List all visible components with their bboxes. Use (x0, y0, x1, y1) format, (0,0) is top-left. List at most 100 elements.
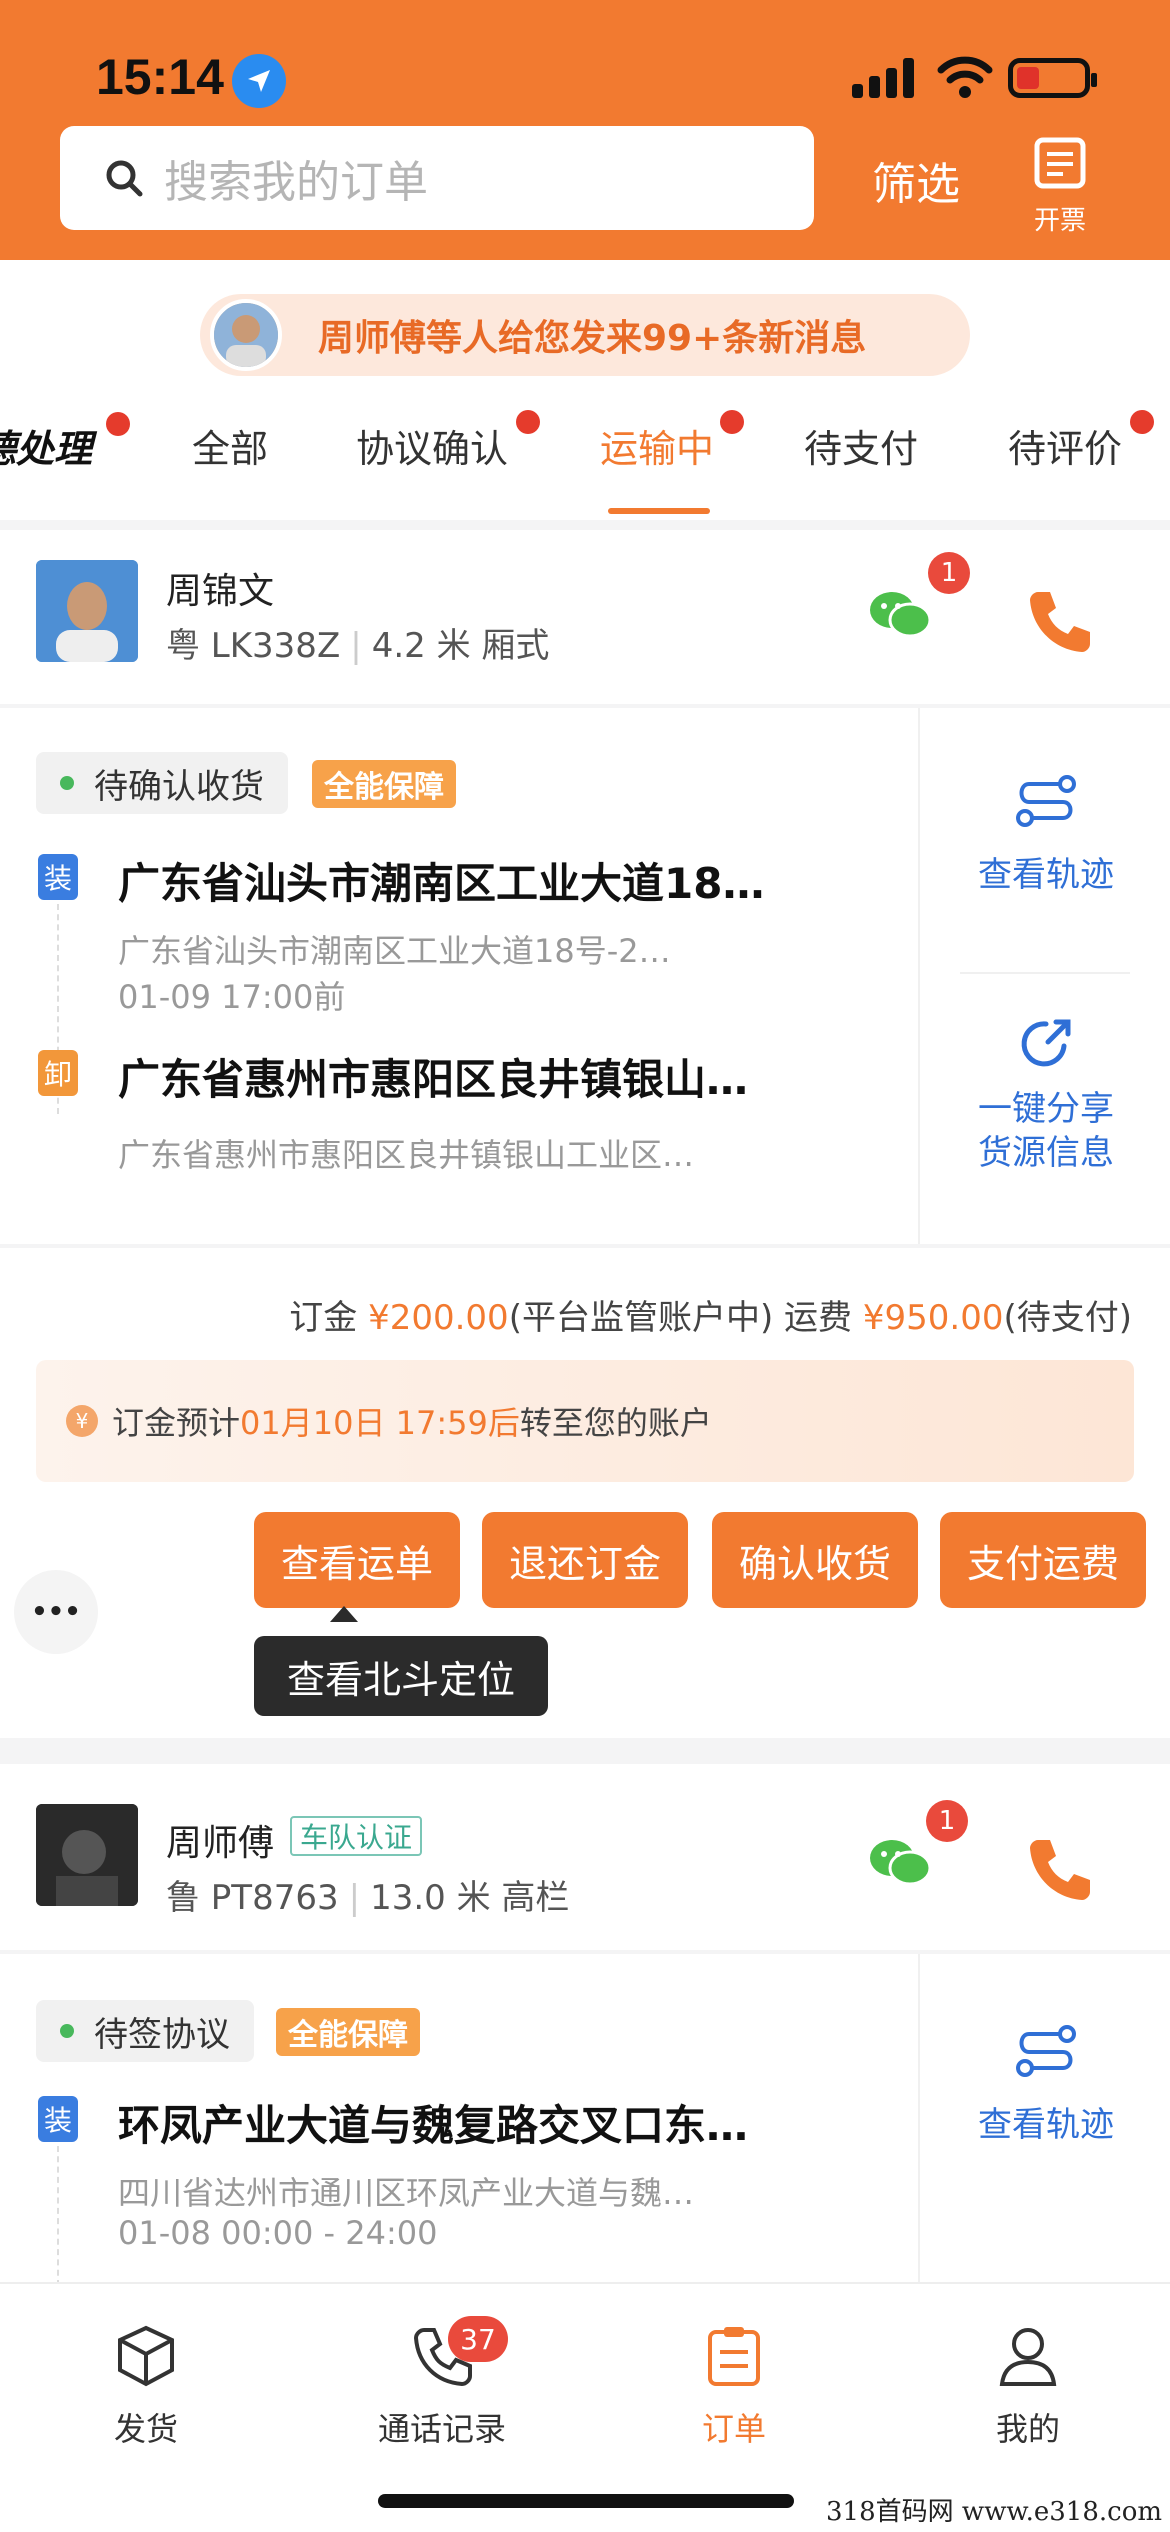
tab-review-dot (1130, 410, 1154, 434)
freight-label: 运费 (784, 1298, 853, 1338)
guarantee-badge: 全能保障 (312, 760, 456, 808)
phone-icon[interactable] (1024, 1834, 1094, 1908)
vehicle-info: 粤 LK338Z | 4.2 米 厢式 (166, 618, 549, 667)
filter-button[interactable]: 筛选 (872, 148, 960, 212)
deposit-amount: ¥200.00 (368, 1298, 509, 1338)
route-icon (1016, 775, 1076, 827)
order-route-card-2[interactable]: 待签协议 全能保障 装 环凤产业大道与魏复路交叉口东… 四川省达州市通川区环凤产… (0, 1954, 1170, 2286)
view-track-label: 查看轨迹 (978, 855, 1114, 895)
payment-section: 订金 ¥200.00(平台监管账户中) 运费 ¥950.00(待支付) ¥ 订金… (0, 1248, 1170, 1738)
invoice-button[interactable]: 开票 (1030, 136, 1090, 237)
driver-row[interactable]: 周锦文 粤 LK338Z | 4.2 米 厢式 1 (0, 530, 1170, 704)
load-tag: 装 (38, 2096, 78, 2142)
notice-prefix: 订金预计 (112, 1404, 241, 1442)
route-icon (1016, 2025, 1076, 2077)
fleet-certified-badge: 车队认证 (290, 1816, 423, 1856)
order-route-card[interactable]: 待确认收货 全能保障 装 广东省汕头市潮南区工业大道18… 广东省汕头市潮南区工… (0, 708, 1170, 1244)
unload-address: 广东省惠州市惠阳区良井镇银山… (118, 1055, 749, 1104)
route-line (57, 2146, 59, 2286)
separator: | (350, 626, 362, 666)
load-address: 环凤产业大道与魏复路交叉口东… (118, 2101, 749, 2150)
driver-row-2[interactable]: 周师傅 车队认证 鲁 PT8763 | 13.0 米 高栏 1 (0, 1764, 1170, 1950)
nav-call-log[interactable]: 通话记录 37 (352, 2316, 532, 2450)
more-button[interactable]: ••• (14, 1570, 98, 1654)
phone-icon[interactable] (1024, 586, 1094, 660)
nav-ship[interactable]: 发货 (56, 2324, 236, 2450)
status-text: 待确认收货 (94, 766, 264, 807)
freight-note: (待支付) (1003, 1298, 1132, 1338)
share-cargo-button[interactable]: 一键分享 货源信息 (920, 1016, 1170, 1175)
tab-to-review[interactable]: 待评价 (1008, 418, 1122, 473)
load-address-detail: 四川省达州市通川区环凤产业大道与魏… (118, 2174, 695, 2212)
view-waybill-button[interactable]: 查看运单 (254, 1512, 460, 1608)
side-actions: 查看轨迹 一键分享 货源信息 (918, 708, 1170, 1244)
vehicle-info: 鲁 PT8763 | 13.0 米 高栏 (166, 1870, 569, 1919)
chat-icon[interactable] (868, 1836, 932, 1890)
nav-me[interactable]: 我的 (938, 2324, 1118, 2450)
load-tag: 装 (38, 854, 78, 900)
load-time: 01-09 17:00前 (118, 978, 346, 1016)
search-icon (106, 160, 143, 197)
nav-orders-label: 订单 (701, 2410, 766, 2448)
tab-agreement-dot (516, 410, 540, 434)
invoice-label: 开票 (1033, 206, 1086, 236)
vehicle-spec: 13.0 米 高栏 (370, 1878, 570, 1918)
unload-address-detail: 广东省惠州市惠阳区良井镇银山工业区… (118, 1136, 695, 1174)
separator: | (348, 1878, 361, 1918)
tab-all[interactable]: 全部 (192, 418, 268, 473)
user-icon (999, 2328, 1057, 2386)
driver-name: 周师傅 (166, 1823, 275, 1864)
driver-avatar (36, 560, 138, 662)
load-time: 01-08 00:00 - 24:00 (118, 2214, 438, 2252)
vehicle-spec: 4.2 米 厢式 (371, 626, 550, 666)
location-arrow-icon (232, 54, 286, 108)
watermark: 318首码网 www.e318.com (826, 2497, 1162, 2527)
invoice-icon (1034, 137, 1086, 189)
call-log-badge: 37 (448, 2316, 508, 2362)
share-icon (1021, 1019, 1071, 1067)
unload-tag: 卸 (38, 1050, 78, 1096)
status-time: 15:14 (96, 49, 224, 105)
beidou-tooltip[interactable]: 查看北斗定位 (254, 1636, 548, 1716)
nav-orders[interactable]: 订单 (644, 2324, 824, 2450)
yen-icon: ¥ (66, 1405, 98, 1437)
order-tabs: 德处理 全部 协议确认 运输中 待支付 待评价 (0, 400, 1170, 520)
deposit-note: (平台监管账户中) (508, 1298, 774, 1338)
load-address: 广东省汕头市潮南区工业大道18… (118, 859, 765, 908)
pay-freight-button[interactable]: 支付运费 (940, 1512, 1146, 1608)
plate-number: 鲁 PT8763 (166, 1878, 339, 1918)
tab-pending[interactable]: 德处理 (0, 418, 92, 473)
search-box[interactable]: 搜索我的订单 (60, 126, 814, 230)
nav-call-log-label: 通话记录 (377, 2410, 506, 2448)
box-icon (118, 2325, 174, 2387)
tab-agreement-confirm[interactable]: 协议确认 (356, 418, 508, 473)
tab-to-pay[interactable]: 待支付 (804, 418, 918, 473)
side-actions: 查看轨迹 (918, 1954, 1170, 2284)
guarantee-badge: 全能保障 (276, 2008, 420, 2056)
notice-time: 01月10日 17:59后 (240, 1404, 520, 1442)
notice-suffix: 转至您的账户 (519, 1404, 712, 1442)
chat-icon[interactable] (868, 588, 932, 642)
status-pill: 待签协议 (36, 2000, 254, 2062)
confirm-receipt-button[interactable]: 确认收货 (712, 1512, 918, 1608)
refund-deposit-button[interactable]: 退还订金 (482, 1512, 688, 1608)
driver-name: 周锦文 (166, 571, 275, 612)
active-tab-indicator (608, 508, 710, 514)
payment-summary: 订金 ¥200.00(平台监管账户中) 运费 ¥950.00(待支付) (289, 1290, 1132, 1339)
view-track-button[interactable]: 查看轨迹 (920, 774, 1170, 896)
battery-icon (1008, 58, 1097, 98)
load-address-detail: 广东省汕头市潮南区工业大道18号-2… (118, 932, 671, 970)
wifi-icon (937, 52, 993, 102)
tab-in-transit-dot (720, 410, 744, 434)
tooltip-arrow (330, 1606, 358, 1622)
search-placeholder: 搜索我的订单 (164, 157, 428, 208)
freight-amount: ¥950.00 (862, 1298, 1004, 1338)
view-track-button[interactable]: 查看轨迹 (920, 2024, 1170, 2146)
chat-badge: 1 (928, 552, 970, 594)
tab-in-transit[interactable]: 运输中 (600, 418, 714, 473)
sender-avatar (210, 299, 282, 371)
share-cargo-label: 一键分享 货源信息 (920, 1087, 1170, 1175)
message-banner-text: 周师傅等人给您发来99+条新消息 (318, 318, 867, 359)
home-indicator (378, 2494, 794, 2508)
message-banner[interactable]: 周师傅等人给您发来99+条新消息 (200, 294, 970, 376)
